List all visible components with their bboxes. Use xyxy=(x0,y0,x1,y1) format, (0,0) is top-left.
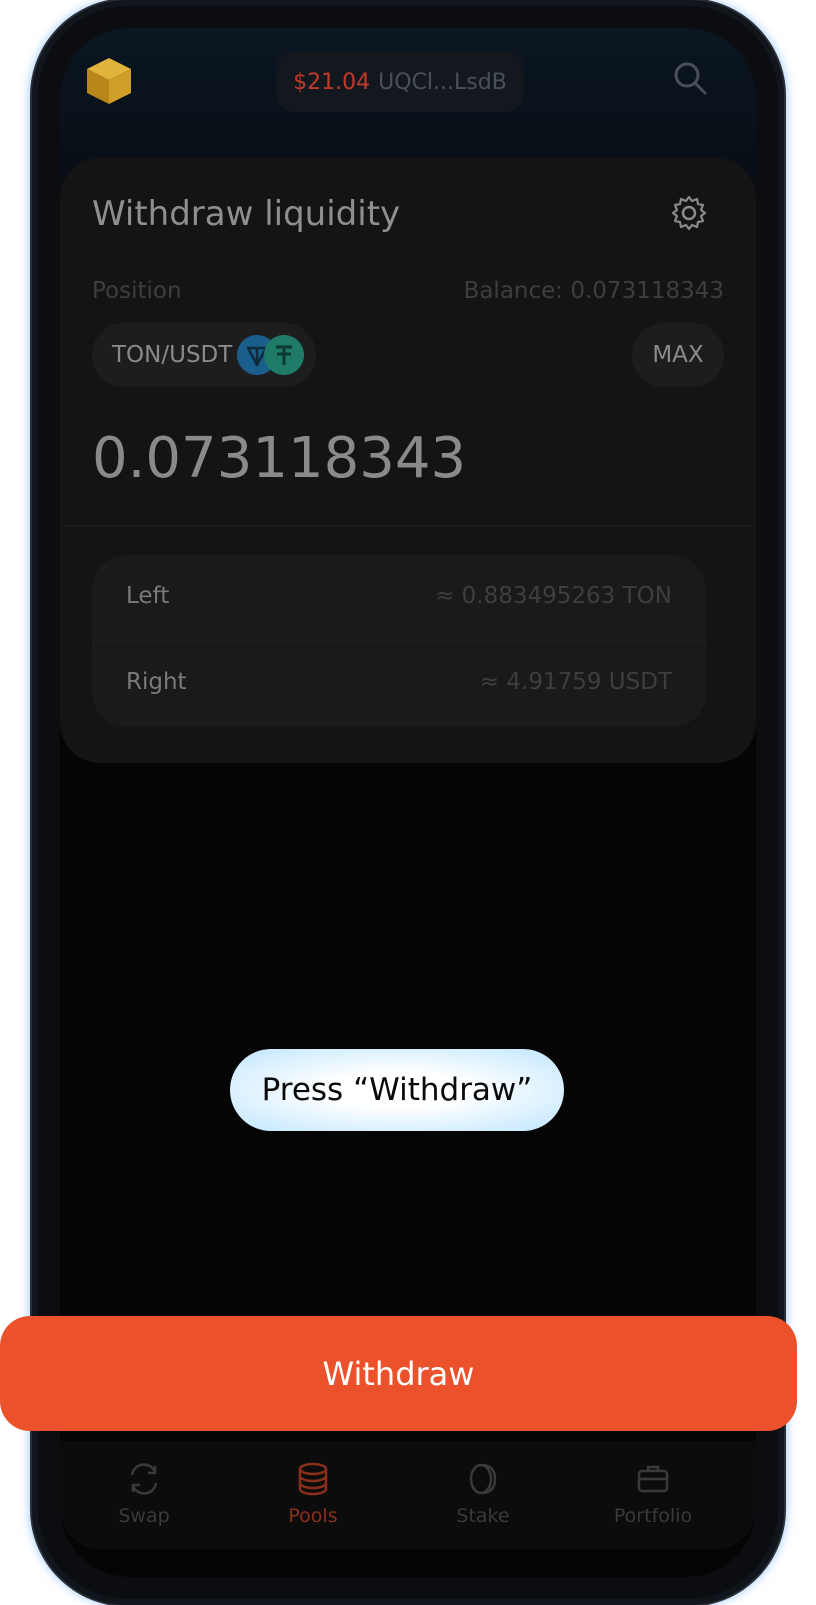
wallet-pill[interactable]: $21.04 UQCl...LsdB xyxy=(276,52,524,112)
divider xyxy=(60,525,756,526)
card-title: Withdraw liquidity xyxy=(92,194,401,234)
swap-icon xyxy=(130,1463,158,1495)
nav-item-pools[interactable]: Pools xyxy=(253,1459,373,1527)
nav-item-swap[interactable]: Swap xyxy=(84,1459,204,1527)
instruction-tooltip: Press “Withdraw” xyxy=(230,1049,564,1131)
balance-text: Balance: 0.073118343 xyxy=(463,278,724,304)
nav-label: Portfolio xyxy=(613,1505,693,1527)
nav-item-stake[interactable]: Stake xyxy=(423,1459,543,1527)
detail-value: ≈ 4.91759 USDT xyxy=(479,669,672,695)
detail-label: Left xyxy=(126,583,170,609)
pools-icon xyxy=(298,1462,328,1496)
detail-value: ≈ 0.883495263 TON xyxy=(435,583,672,609)
pair-selector[interactable]: TON/USDT xyxy=(92,323,316,387)
portfolio-icon xyxy=(637,1465,669,1493)
nav-label: Stake xyxy=(456,1505,510,1527)
bottom-navigation: Swap Pools Stake Portfolio xyxy=(60,1441,756,1549)
detail-row-left: Left ≈ 0.883495263 TON xyxy=(92,555,706,642)
app-logo-cube-icon[interactable] xyxy=(85,56,133,106)
withdraw-details: Left ≈ 0.883495263 TON Right ≈ 4.91759 U… xyxy=(92,555,706,727)
wallet-address: UQCl...LsdB xyxy=(378,69,507,95)
pair-label: TON/USDT xyxy=(112,342,233,368)
usdt-token-icon xyxy=(264,335,304,375)
wallet-balance: $21.04 xyxy=(293,69,371,95)
withdraw-button[interactable]: Withdraw xyxy=(0,1316,797,1431)
nav-item-portfolio[interactable]: Portfolio xyxy=(593,1459,713,1527)
amount-input[interactable]: 0.073118343 xyxy=(92,426,466,491)
position-label: Position xyxy=(92,278,182,304)
max-button[interactable]: MAX xyxy=(632,323,724,387)
detail-row-right: Right ≈ 4.91759 USDT xyxy=(92,641,706,727)
top-bar: $21.04 UQCl...LsdB xyxy=(60,28,756,158)
settings-gear-icon[interactable] xyxy=(670,194,708,232)
nav-label: Pools xyxy=(288,1505,338,1527)
detail-label: Right xyxy=(126,669,187,695)
search-icon[interactable] xyxy=(670,58,710,98)
nav-label: Swap xyxy=(118,1505,170,1527)
withdraw-liquidity-card: Withdraw liquidity Position Balance: 0.0… xyxy=(60,158,756,763)
stake-icon xyxy=(469,1463,497,1495)
